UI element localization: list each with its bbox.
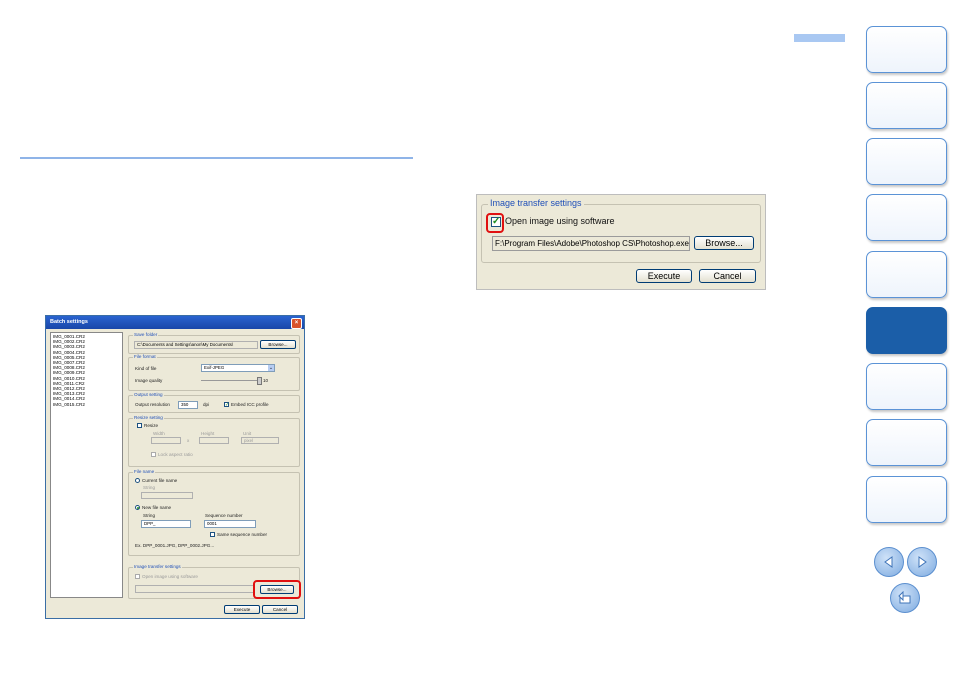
lock-aspect-checkbox[interactable]: [151, 452, 156, 457]
chapter-tab-3[interactable]: [866, 138, 947, 185]
lock-aspect-label: Lock aspect ratio: [158, 452, 193, 457]
times-label: x: [187, 438, 190, 443]
dialog-title-bar: Batch settings ×: [46, 316, 304, 329]
open-image-label: Open image using software: [505, 216, 615, 226]
chevron-down-icon[interactable]: ⌄: [268, 365, 274, 371]
transfer-browse-button[interactable]: Browse...: [694, 236, 754, 250]
string-label: String: [143, 513, 156, 518]
file-name-group: File name Current file name String New f…: [128, 469, 300, 556]
string-label-disabled: String: [143, 485, 156, 490]
transfer-settings-crop: Image transfer settings ✓ Open image usi…: [476, 194, 766, 290]
execute-button[interactable]: Execute: [636, 269, 692, 283]
chapter-tab-5[interactable]: [866, 251, 947, 298]
image-transfer-legend: Image transfer settings: [488, 198, 584, 208]
image-transfer-group: Image transfer settings ✓ Open image usi…: [481, 198, 761, 263]
resize-checkbox[interactable]: [137, 423, 142, 428]
close-icon[interactable]: ×: [291, 318, 302, 329]
unit-label: Unit: [243, 431, 252, 436]
dpi-label: dpi: [203, 402, 210, 407]
dialog-title: Batch settings: [50, 319, 88, 325]
highlight-box: [253, 580, 301, 599]
current-file-name-radio[interactable]: [135, 478, 140, 483]
resize-setting-group: Resize setting Resize Width Height Unit …: [128, 415, 300, 467]
chapter-tab-1[interactable]: [866, 26, 947, 73]
same-sequence-checkbox[interactable]: [210, 532, 215, 537]
cancel-button[interactable]: Cancel: [699, 269, 756, 283]
sequence-number-label: Sequence number: [205, 513, 243, 518]
return-icon[interactable]: [890, 583, 920, 613]
output-resolution-input[interactable]: 350: [178, 401, 198, 409]
file-format-legend: File format: [133, 354, 157, 359]
open-image-checkbox[interactable]: [135, 574, 140, 579]
output-resolution-label: Output resolution: [135, 402, 170, 407]
batch-settings-dialog: Batch settings × IMG_0001.CR2 IMG_0002.C…: [45, 315, 305, 619]
resize-setting-legend: Resize setting: [133, 415, 164, 420]
height-input[interactable]: [199, 437, 229, 444]
cancel-button[interactable]: Cancel: [262, 605, 298, 614]
chapter-tab-6-active[interactable]: [866, 307, 947, 354]
new-file-name-label: New file name: [142, 505, 172, 510]
save-folder-group: Save folder C:\Documents and Settings\an…: [128, 332, 300, 354]
chapter-tab-7[interactable]: [866, 363, 947, 410]
execute-button[interactable]: Execute: [224, 605, 260, 614]
same-sequence-label: Same sequence number: [217, 532, 268, 537]
next-page-icon[interactable]: [907, 547, 937, 577]
open-image-label: Open image using software: [142, 574, 198, 579]
list-item[interactable]: IMG_0015.CR2: [53, 402, 120, 407]
chapter-tab-8[interactable]: [866, 419, 947, 466]
embed-icc-checkbox[interactable]: ✓: [224, 402, 229, 408]
string-input[interactable]: DPP_: [141, 520, 191, 528]
unit-select[interactable]: pixel: [241, 437, 279, 444]
software-path-field[interactable]: F:\Program Files\Adobe\Photoshop CS\Phot…: [492, 236, 690, 251]
save-folder-browse-button[interactable]: Browse...: [260, 340, 296, 349]
current-string-input[interactable]: [141, 492, 193, 499]
image-quality-label: Image quality: [135, 378, 163, 383]
file-list[interactable]: IMG_0001.CR2 IMG_0002.CR2 IMG_0003.CR2 I…: [50, 332, 123, 598]
image-transfer-legend: Image transfer settings: [133, 564, 182, 569]
chapter-tab-9[interactable]: [866, 476, 947, 523]
height-label: Height: [201, 431, 215, 436]
section-tag-bar: [794, 34, 845, 42]
image-quality-slider[interactable]: [201, 380, 261, 381]
width-label: Width: [153, 431, 165, 436]
file-format-group: File format Kind of file Exif-JPEG ⌄ Ima…: [128, 354, 300, 391]
file-name-legend: File name: [133, 469, 156, 474]
slider-handle[interactable]: [257, 377, 262, 385]
width-input[interactable]: [151, 437, 181, 444]
image-quality-value: 10: [263, 378, 269, 383]
section-rule: [20, 157, 413, 159]
save-folder-field[interactable]: C:\Documents and Settings\anon\My Docume…: [134, 341, 258, 349]
software-path-field[interactable]: [135, 585, 255, 593]
resize-label: Resize: [144, 423, 159, 428]
save-folder-legend: Save folder: [133, 332, 159, 337]
chapter-tab-4[interactable]: [866, 194, 947, 241]
kind-of-file-label: Kind of file: [135, 366, 157, 371]
output-setting-group: Output setting Output resolution 350 dpi…: [128, 392, 300, 413]
kind-of-file-select[interactable]: Exif-JPEG: [201, 364, 275, 372]
new-file-name-radio[interactable]: [135, 505, 140, 510]
embed-icc-label: Embed ICC profile: [231, 402, 269, 407]
highlight-box: [486, 213, 504, 233]
current-file-name-label: Current file name: [142, 478, 178, 483]
chapter-tab-2[interactable]: [866, 82, 947, 129]
example-text: Ex. DPP_0001.JPG, DPP_0002.JPG...: [135, 543, 215, 548]
output-setting-legend: Output setting: [133, 392, 164, 397]
prev-page-icon[interactable]: [874, 547, 904, 577]
sequence-number-input[interactable]: 0001: [204, 520, 256, 528]
